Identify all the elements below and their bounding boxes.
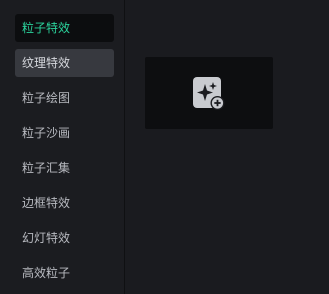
effect-category-sidebar: 粒子特效 纹理特效 粒子绘图 粒子沙画 粒子汇集 边框特效 幻灯特效 高效粒子: [0, 0, 125, 294]
sidebar-item-efficient-particles[interactable]: 高效粒子: [15, 259, 114, 287]
sidebar-item-particle-effects[interactable]: 粒子特效: [15, 14, 114, 42]
sidebar-item-slide-effects[interactable]: 幻灯特效: [15, 224, 114, 252]
sidebar-item-texture-effects[interactable]: 纹理特效: [15, 49, 114, 77]
sidebar-item-border-effects[interactable]: 边框特效: [15, 189, 114, 217]
effect-content-area: [126, 0, 329, 294]
add-effect-card[interactable]: [145, 57, 273, 129]
sidebar-item-particle-gather[interactable]: 粒子汇集: [15, 154, 114, 182]
effects-panel: 粒子特效 纹理特效 粒子绘图 粒子沙画 粒子汇集 边框特效 幻灯特效 高效粒子: [0, 0, 329, 294]
sidebar-item-particle-sand-art[interactable]: 粒子沙画: [15, 119, 114, 147]
sparkle-add-icon: [192, 75, 226, 111]
sidebar-item-particle-drawing[interactable]: 粒子绘图: [15, 84, 114, 112]
